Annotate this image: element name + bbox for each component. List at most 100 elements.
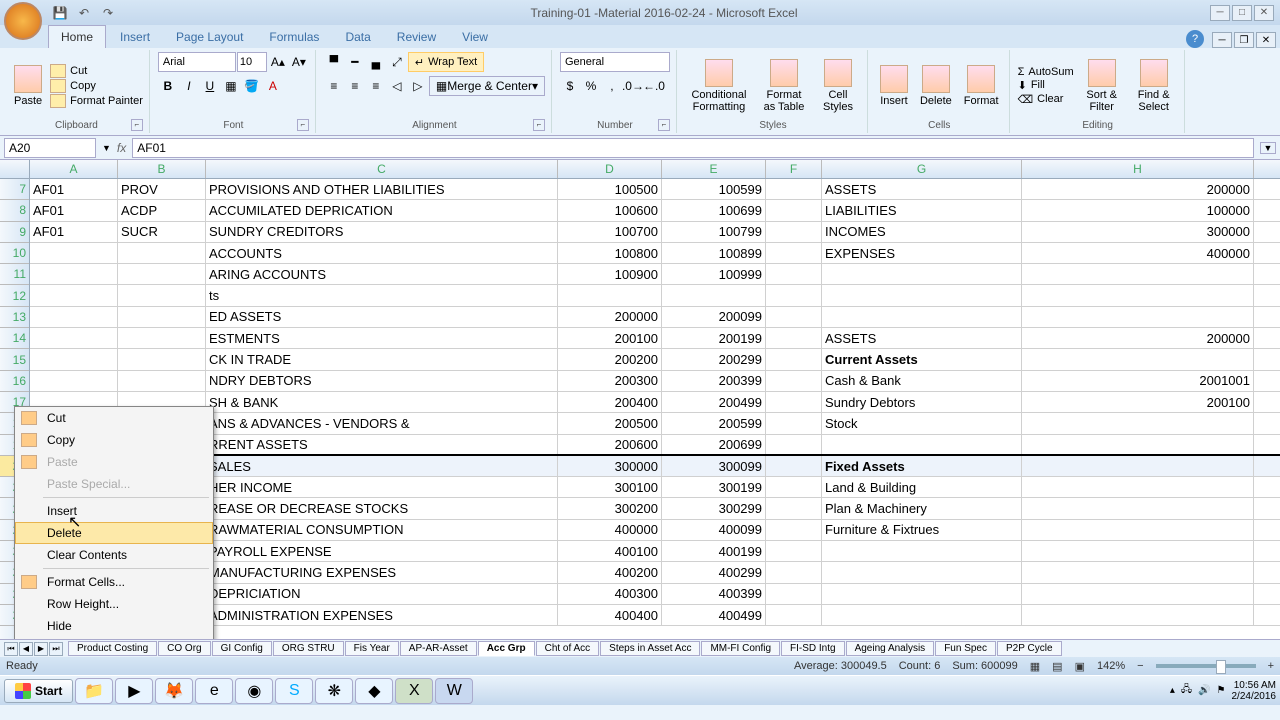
clear-button[interactable]: ⌫Clear	[1018, 93, 1074, 106]
cell[interactable]	[1022, 562, 1254, 582]
cell[interactable]	[766, 285, 822, 305]
sheet-nav-next[interactable]: ▶	[34, 642, 48, 656]
cell[interactable]: 2001001	[1022, 371, 1254, 391]
cell[interactable]	[766, 328, 822, 348]
merge-center-button[interactable]: ▦ Merge & Center ▾	[429, 76, 545, 96]
cell[interactable]: 100899	[662, 243, 766, 263]
copy-button[interactable]: Copy	[50, 79, 143, 93]
cell[interactable]: 400199	[662, 541, 766, 561]
view-page-layout-icon[interactable]: ▤	[1052, 660, 1062, 673]
excel-icon[interactable]: X	[395, 678, 433, 704]
cell[interactable]	[1022, 285, 1254, 305]
cell[interactable]	[766, 349, 822, 369]
sheet-tab[interactable]: Ageing Analysis	[846, 641, 935, 656]
font-launcher[interactable]: ⌐	[297, 119, 309, 131]
cell[interactable]	[118, 243, 206, 263]
sheet-tab[interactable]: CO Org	[158, 641, 210, 656]
number-format-select[interactable]	[560, 52, 670, 72]
cell[interactable]: SUCR	[118, 222, 206, 242]
bold-button[interactable]: B	[158, 76, 178, 96]
sheet-nav-first[interactable]: ⏮	[4, 642, 18, 656]
cell[interactable]	[822, 264, 1022, 284]
cell[interactable]	[766, 222, 822, 242]
sheet-tab[interactable]: GI Config	[212, 641, 272, 656]
workbook-close-button[interactable]: ✕	[1256, 32, 1276, 48]
increase-decimal-icon[interactable]: .0→	[623, 76, 643, 96]
col-header-d[interactable]: D	[558, 160, 662, 178]
cell[interactable]: 200699	[662, 435, 766, 454]
align-middle-icon[interactable]: ━	[345, 52, 365, 72]
cell[interactable]: 100800	[558, 243, 662, 263]
cell[interactable]: AF01	[30, 200, 118, 220]
cell[interactable]: 100000	[1022, 200, 1254, 220]
zoom-level[interactable]: 142%	[1097, 660, 1125, 672]
paste-button[interactable]: Paste	[10, 63, 46, 109]
cell[interactable]	[766, 605, 822, 625]
tab-page-layout[interactable]: Page Layout	[164, 26, 255, 48]
context-menu-item[interactable]: Copy	[15, 429, 213, 451]
sheet-tab[interactable]: Product Costing	[68, 641, 157, 656]
view-page-break-icon[interactable]: ▣	[1075, 660, 1085, 673]
cell[interactable]: 400000	[558, 520, 662, 540]
sheet-tab[interactable]: Fis Year	[345, 641, 399, 656]
align-right-icon[interactable]: ≡	[366, 76, 386, 96]
percent-icon[interactable]: %	[581, 76, 601, 96]
cell[interactable]	[766, 243, 822, 263]
cell[interactable]: 200100	[558, 328, 662, 348]
tab-insert[interactable]: Insert	[108, 26, 162, 48]
cell[interactable]: 400100	[558, 541, 662, 561]
cell[interactable]	[822, 285, 1022, 305]
cell[interactable]	[1022, 541, 1254, 561]
tab-view[interactable]: View	[450, 26, 500, 48]
cell[interactable]: ASSETS	[822, 179, 1022, 199]
cell[interactable]	[766, 477, 822, 497]
zoom-out-button[interactable]: −	[1137, 660, 1143, 672]
cell[interactable]	[118, 264, 206, 284]
col-header-e[interactable]: E	[662, 160, 766, 178]
name-box[interactable]: A20	[4, 138, 96, 158]
row-header[interactable]: 8	[0, 200, 29, 221]
cell[interactable]: AF01	[30, 222, 118, 242]
maximize-button[interactable]: □	[1232, 5, 1252, 21]
cell[interactable]	[1022, 435, 1254, 454]
col-header-c[interactable]: C	[206, 160, 558, 178]
cell[interactable]	[766, 541, 822, 561]
tray-show-hidden-icon[interactable]: ▴	[1170, 685, 1175, 696]
cell[interactable]: AF01	[30, 179, 118, 199]
borders-button[interactable]: ▦	[221, 76, 241, 96]
fill-button[interactable]: ⬇Fill	[1018, 79, 1074, 92]
cell[interactable]	[766, 179, 822, 199]
align-bottom-icon[interactable]: ▄	[366, 52, 386, 72]
decrease-indent-icon[interactable]: ◁	[387, 76, 407, 96]
cell[interactable]: 200399	[662, 371, 766, 391]
ie-icon[interactable]: e	[195, 678, 233, 704]
cell[interactable]	[30, 243, 118, 263]
cell[interactable]: 400099	[662, 520, 766, 540]
autosum-button[interactable]: ΣAutoSum	[1018, 66, 1074, 78]
cell[interactable]	[30, 307, 118, 327]
cell[interactable]: SALES	[206, 456, 558, 476]
font-color-button[interactable]: A	[263, 76, 283, 96]
fx-icon[interactable]: fx	[117, 141, 126, 155]
cell-styles-button[interactable]: Cell Styles	[815, 57, 861, 115]
cell[interactable]	[822, 435, 1022, 454]
context-menu-item[interactable]: Delete	[15, 522, 213, 544]
cell[interactable]: ESTMENTS	[206, 328, 558, 348]
cell[interactable]	[822, 307, 1022, 327]
cell[interactable]	[822, 562, 1022, 582]
context-menu-item[interactable]: Hide	[15, 615, 213, 637]
cell[interactable]: PROVISIONS AND OTHER LIABILITIES	[206, 179, 558, 199]
cell[interactable]	[766, 392, 822, 412]
cell[interactable]: 200100	[1022, 392, 1254, 412]
cell[interactable]: MANUFACTURING EXPENSES	[206, 562, 558, 582]
sheet-tab[interactable]: Steps in Asset Acc	[600, 641, 700, 656]
cell[interactable]: 200600	[558, 435, 662, 454]
cell[interactable]: EXPENSES	[822, 243, 1022, 263]
cell[interactable]: LIABILITIES	[822, 200, 1022, 220]
cell[interactable]: NDRY DEBTORS	[206, 371, 558, 391]
cell[interactable]: 200299	[662, 349, 766, 369]
cell[interactable]	[822, 541, 1022, 561]
cell[interactable]: PAYROLL EXPENSE	[206, 541, 558, 561]
row-header[interactable]: 16	[0, 371, 29, 392]
context-menu-item[interactable]: Row Height...	[15, 593, 213, 615]
